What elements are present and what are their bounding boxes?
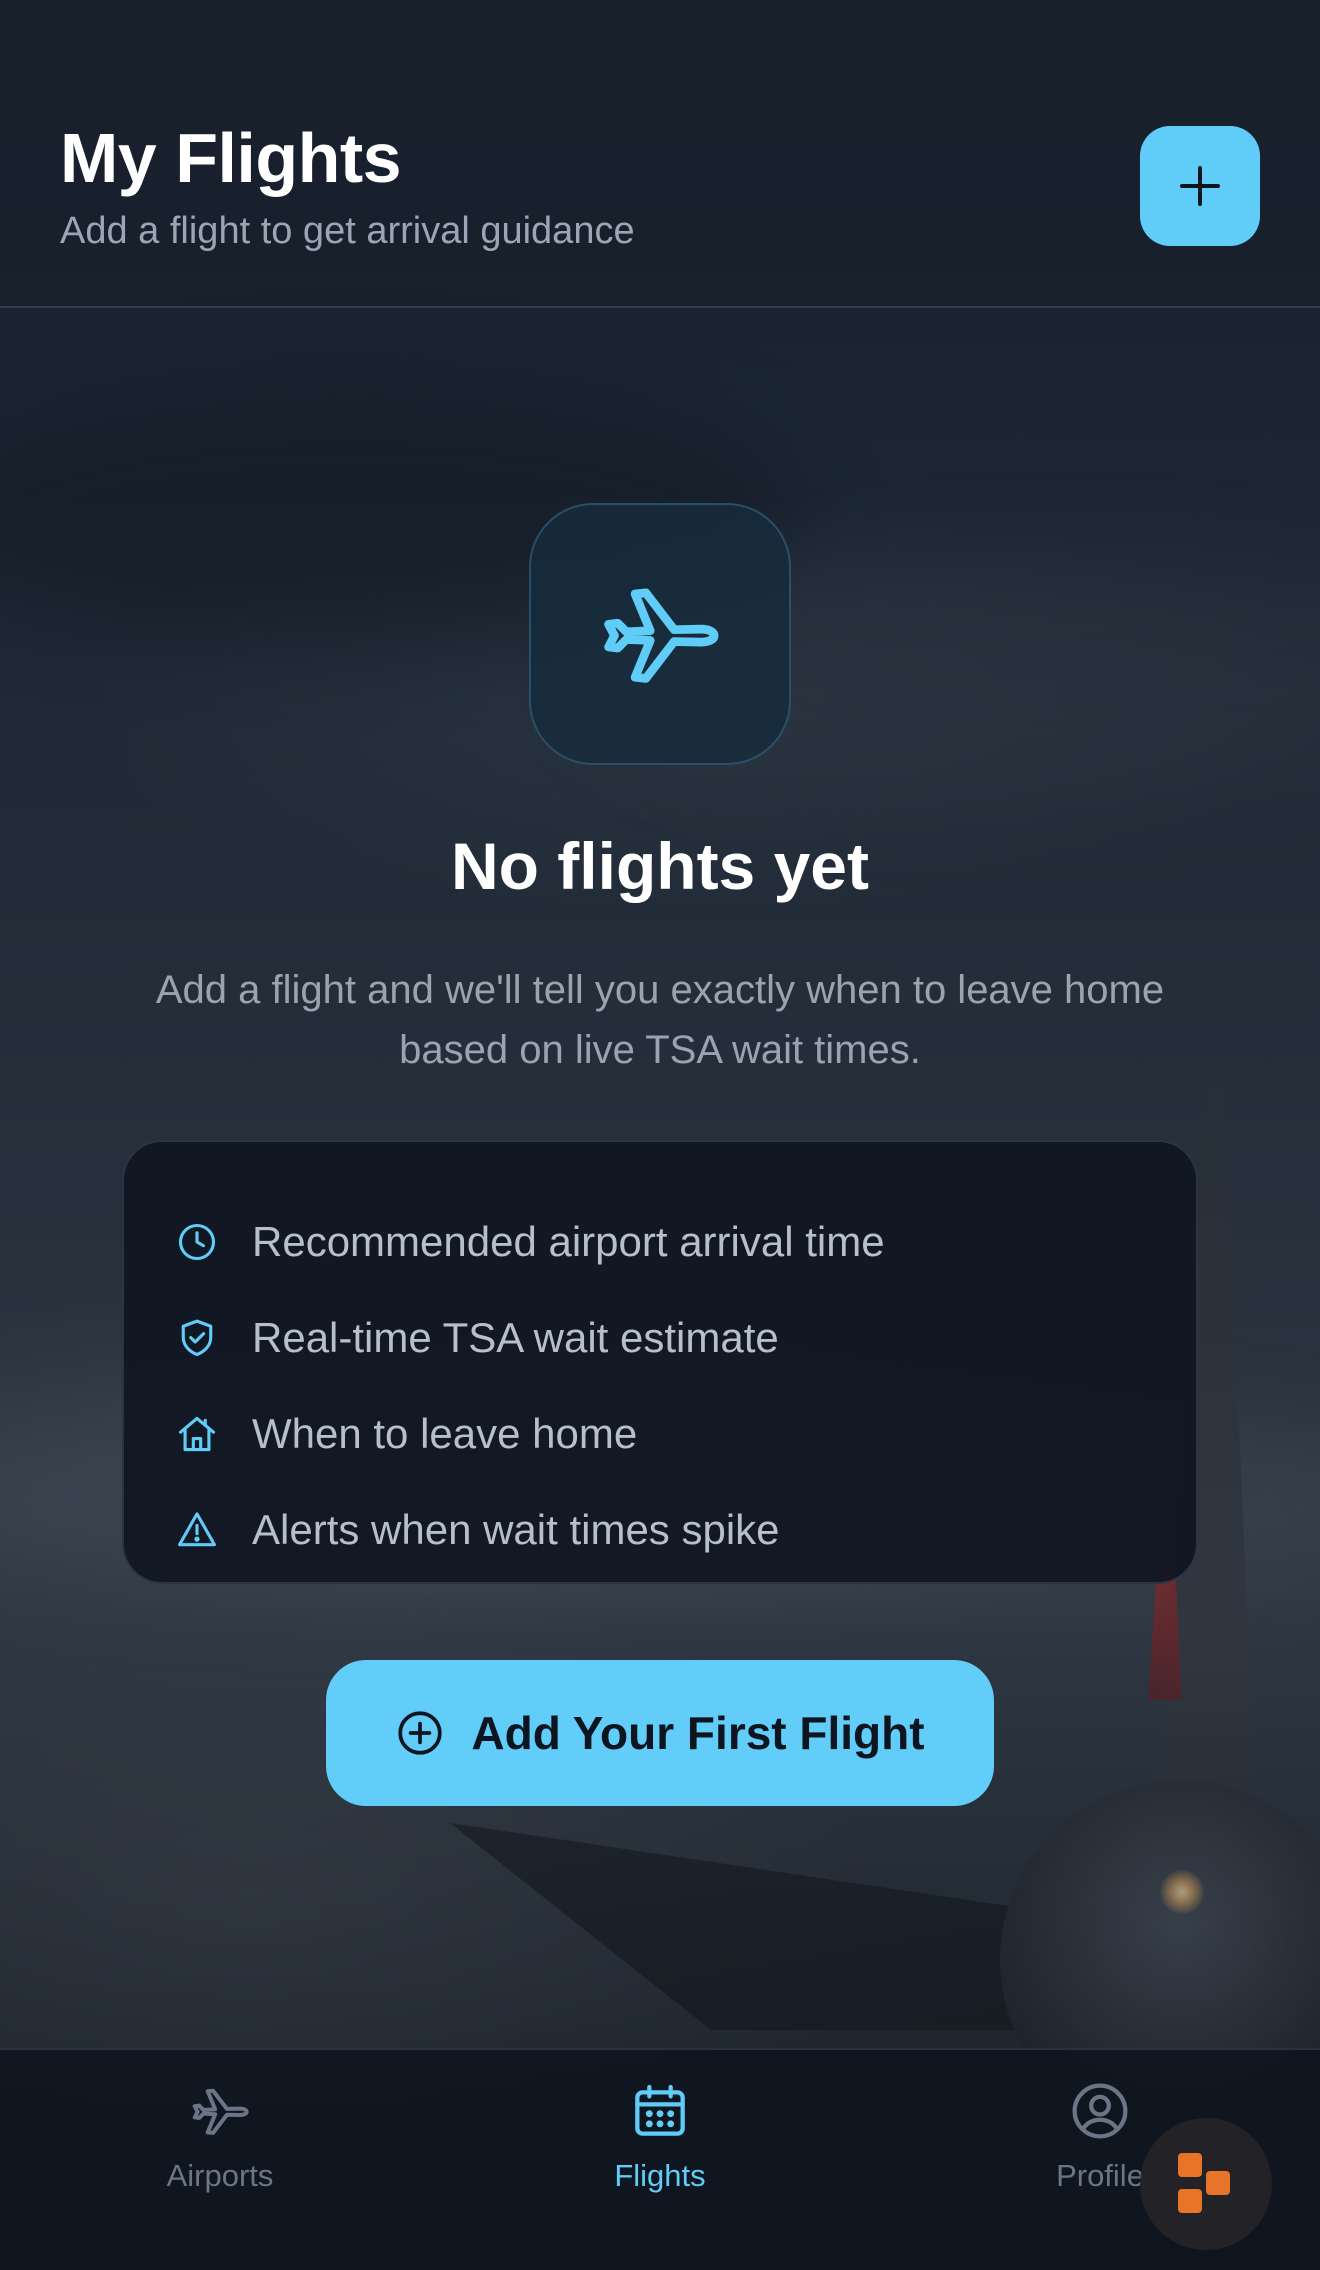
user-circle-icon <box>1065 2076 1135 2146</box>
home-icon <box>172 1409 222 1459</box>
feature-item: Real-time TSA wait estimate <box>124 1290 1196 1386</box>
feature-item: When to leave home <box>124 1386 1196 1482</box>
clock-icon <box>172 1217 222 1267</box>
add-first-flight-label: Add Your First Flight <box>471 1707 925 1759</box>
feature-item: Recommended airport arrival time <box>124 1194 1196 1290</box>
nav-label-airports: Airports <box>166 2158 274 2193</box>
plus-circle-icon <box>398 1711 443 1755</box>
plus-icon <box>1180 166 1220 206</box>
logo-icon <box>1178 2153 1230 2213</box>
airplane-icon <box>185 2076 255 2146</box>
empty-state-title: No flights yet <box>450 829 869 903</box>
page-title: My Flights <box>60 119 402 197</box>
app-logo-button[interactable] <box>1140 2118 1272 2250</box>
feature-label: Alerts when wait times spike <box>252 1506 780 1553</box>
add-first-flight-button[interactable]: Add Your First Flight <box>326 1660 994 1806</box>
alert-triangle-icon <box>172 1505 222 1555</box>
empty-state-description: Add a flight and we'll tell you exactly … <box>155 968 1165 1072</box>
feature-label: Real-time TSA wait estimate <box>252 1314 779 1361</box>
feature-label: When to leave home <box>252 1410 638 1457</box>
calendar-icon <box>625 2076 695 2146</box>
nav-label-profile: Profile <box>1056 2158 1144 2193</box>
nav-item-flights[interactable]: Flights <box>510 2076 810 2206</box>
shield-check-icon <box>172 1313 222 1363</box>
nav-label-flights: Flights <box>614 2158 706 2193</box>
page-subtitle: Add a flight to get arrival guidance <box>60 210 635 252</box>
features-card: Recommended airport arrival time Real-ti… <box>122 1140 1198 1584</box>
header: My Flights Add a flight to get arrival g… <box>0 0 1320 308</box>
airplane-icon <box>604 588 719 683</box>
add-flight-button[interactable] <box>1140 126 1260 246</box>
background-scene <box>0 0 1320 2270</box>
bottom-nav: Airports Flights Profile <box>0 2048 1320 2270</box>
empty-state-icon-tile <box>529 503 791 765</box>
feature-label: Recommended airport arrival time <box>252 1218 885 1265</box>
nav-item-airports[interactable]: Airports <box>70 2076 370 2206</box>
feature-item: Alerts when wait times spike <box>124 1482 1196 1578</box>
